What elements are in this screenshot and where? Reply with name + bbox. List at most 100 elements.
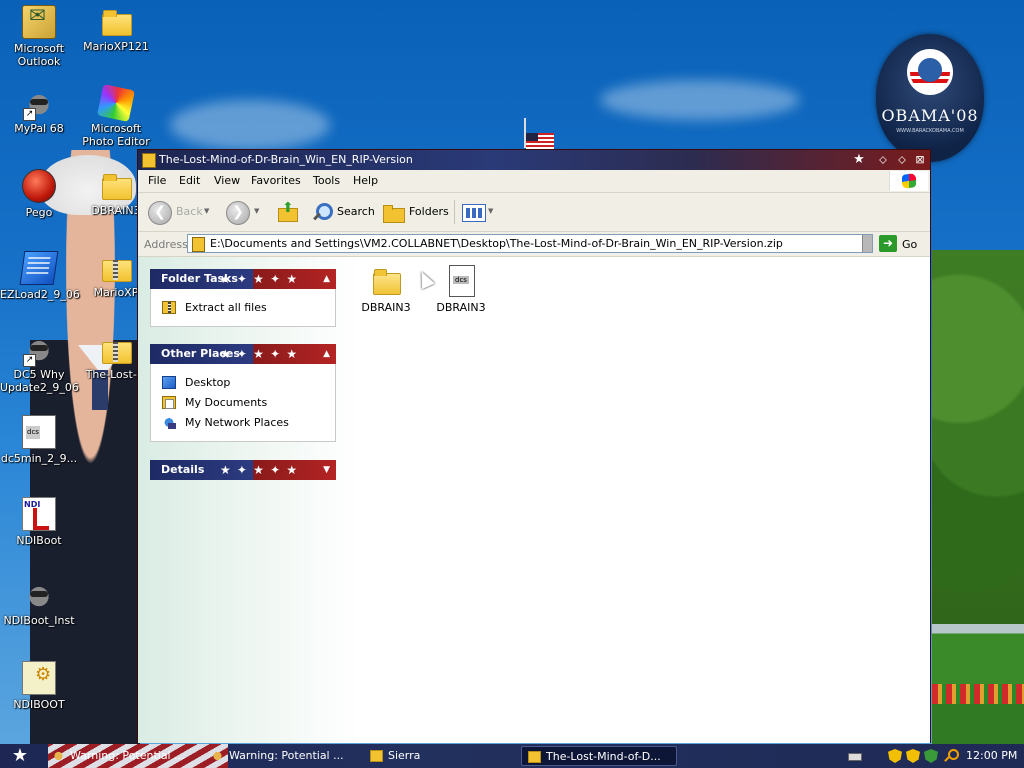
forward-button[interactable]: ❯ [226,201,250,225]
details-title: Details [161,463,205,476]
taskbar-button-label: Sierra [388,749,421,762]
obama-logo-icon [907,49,953,95]
address-bar: Address E:\Documents and Settings\VM2.CO… [138,232,930,257]
folder-tasks-header[interactable]: Folder Tasks ★ ✦ ★ ✦ ★ ▲ [150,269,336,289]
taskbar-button-label: Warning: Potential ... [229,749,344,762]
taskbar-button-sierra[interactable]: Sierra [364,746,514,766]
pego-icon [22,169,56,203]
desktop-icon-dc5min[interactable]: dc5min_2_9... [0,415,78,465]
place-label[interactable]: My Documents [185,396,267,409]
other-places-body: Desktop My Documents My Network Places [150,364,336,442]
desktop-icon-photo-editor[interactable]: Microsoft Photo Editor [77,84,155,148]
views-icon[interactable] [462,204,486,222]
photo-editor-icon [97,84,135,122]
clock[interactable]: 12:00 PM [966,744,1017,768]
window-titlebar[interactable]: The-Lost-Mind-of-Dr-Brain_Win_EN_RIP-Ver… [138,150,930,170]
wallpaper-flag [526,133,554,149]
address-dropdown[interactable] [862,235,872,252]
address-value[interactable]: E:\Documents and Settings\VM2.COLLABNET\… [210,237,783,250]
desktop-icon-ndiboot-txt[interactable]: NDIBOOT [0,661,78,711]
address-input[interactable]: E:\Documents and Settings\VM2.COLLABNET\… [187,234,873,253]
menu-bar: File Edit View Favorites Tools Help [138,170,930,193]
desktop-icon-mypal[interactable]: MyPal 68 [0,87,78,135]
collapse-chevron-icon[interactable]: ▲ [323,344,330,364]
file-item[interactable]: DBRAIN3 [431,265,491,314]
search-icon[interactable] [311,202,333,222]
keyboard-icon[interactable] [848,753,862,761]
collapse-chevron-icon[interactable]: ▲ [323,269,330,289]
desktop-icon-label: NDIBoot_Inst [3,614,75,627]
explorer-window: The-Lost-Mind-of-Dr-Brain_Win_EN_RIP-Ver… [137,149,931,743]
toolbar-separator [454,200,455,224]
my-documents-icon [162,396,176,409]
start-button[interactable]: ★ [4,745,36,767]
desktop-icon-ezload[interactable]: EZLoad2_9_06 [0,251,80,301]
place-label[interactable]: My Network Places [185,416,289,429]
ezload-icon [19,251,59,285]
back-label[interactable]: Back [176,205,203,218]
desktop-icon-ndiboot[interactable]: NDIBoot [0,497,78,547]
menu-tools[interactable]: Tools [313,170,340,192]
other-places-header[interactable]: Other Places ★ ✦ ★ ✦ ★ ▲ [150,344,336,364]
maximize-button[interactable]: ⬦ [895,153,909,167]
warning-icon [211,750,224,762]
tasks-pane: Folder Tasks ★ ✦ ★ ✦ ★ ▲ Extract all fil… [138,257,350,743]
minimize-button[interactable]: ⬦ [876,153,890,167]
desktop-icon-label: MyPal 68 [14,122,64,135]
file-item[interactable]: DBRAIN3 [356,265,416,314]
task-label[interactable]: Extract all files [185,301,267,314]
stars-decoration-icon: ★ ✦ ★ ✦ ★ [220,272,299,286]
taskbar-button-warning-2[interactable]: Warning: Potential ... [205,746,355,766]
folders-button[interactable]: Folders [409,205,449,218]
folder-icon [100,5,132,37]
security-shield-icon[interactable] [888,749,902,763]
taskbar-button-lost-mind[interactable]: The-Lost-Mind-of-D... [521,746,677,766]
address-label: Address [144,238,188,251]
up-folder-icon[interactable] [277,200,298,222]
place-label[interactable]: Desktop [185,376,230,389]
go-arrow-icon[interactable]: ➜ [879,235,897,252]
go-button[interactable]: Go [902,238,917,251]
forward-dropdown-icon[interactable]: ▼ [254,207,259,215]
desktop-icon-label: EZLoad2_9_06 [0,288,80,301]
desktop-icon-outlook[interactable]: Microsoft Outlook [0,5,78,68]
menu-file[interactable]: File [148,170,166,192]
zip-folder-icon [192,237,205,252]
menu-edit[interactable]: Edit [179,170,200,192]
search-icon[interactable] [944,749,959,763]
network-icon[interactable] [924,749,938,763]
desktop-icon-pego[interactable]: Pego [0,169,78,219]
content-area: Folder Tasks ★ ✦ ★ ✦ ★ ▲ Extract all fil… [138,257,930,743]
obama-badge-text: OBAMA'08 [881,106,979,125]
views-dropdown-icon[interactable]: ▼ [488,207,493,215]
notepad-gear-icon [22,661,56,695]
security-shield-icon[interactable] [906,749,920,763]
back-dropdown-icon[interactable]: ▼ [204,207,209,215]
desktop-icon-label: Pego [25,206,53,219]
zip-folder-icon [100,251,132,283]
desktop-icon-dc5-update[interactable]: DC5 Why Update2_9_06 [0,333,79,394]
wallpaper-cloud [600,80,800,120]
menu-favorites[interactable]: Favorites [251,170,301,192]
menu-help[interactable]: Help [353,170,378,192]
search-button[interactable]: Search [337,205,375,218]
desktop-icon-ndiboot-inst[interactable]: NDIBoot_Inst [0,579,78,627]
folders-icon[interactable] [383,204,405,223]
star-icon[interactable]: ★ [852,153,866,167]
desktop-icon-label: MarioXP121 [83,40,149,53]
raccoon-icon [23,579,55,611]
desktop-icon [162,376,176,389]
desktop-icon-label: Microsoft Photo Editor [82,122,150,148]
folder-icon [370,265,402,297]
back-button[interactable]: ❮ [148,201,172,225]
taskbar-button-warning-1[interactable]: Warning: Potential ... [46,746,196,766]
dcs-file-icon [22,415,56,449]
zip-folder-icon [528,751,541,763]
menu-view[interactable]: View [214,170,240,192]
desktop-icon-marioxp121[interactable]: MarioXP121 [77,5,155,53]
window-title: The-Lost-Mind-of-Dr-Brain_Win_EN_RIP-Ver… [159,153,413,166]
close-button[interactable]: ⊠ [913,153,927,167]
taskbar-button-label: The-Lost-Mind-of-D... [546,750,661,763]
details-header[interactable]: Details ★ ✦ ★ ✦ ★ ▼ [150,460,336,480]
expand-chevron-icon[interactable]: ▼ [323,460,330,480]
